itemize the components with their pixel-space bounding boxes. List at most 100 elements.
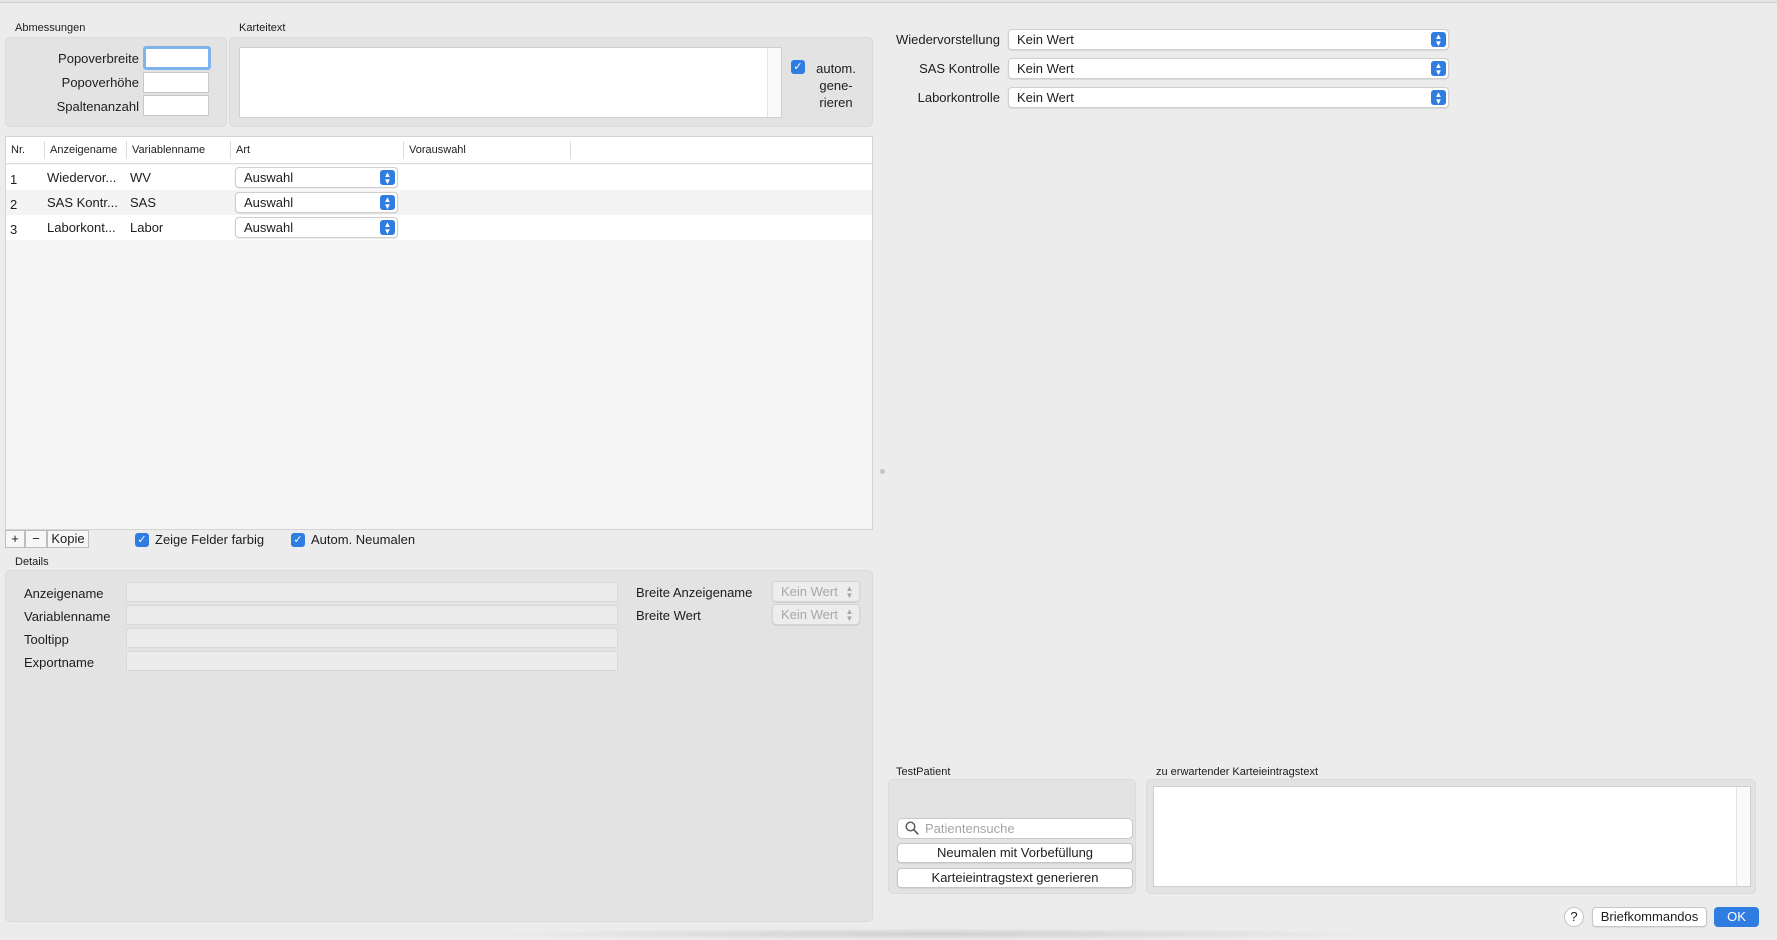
add-row-button[interactable]: +	[5, 530, 25, 548]
tooltip-label: Tooltipp	[24, 632, 69, 647]
expected-entry-panel	[1146, 779, 1756, 894]
test-patient-section-label: TestPatient	[896, 766, 951, 778]
column-separator	[126, 141, 127, 159]
column-separator	[44, 141, 45, 159]
auto-generate-checkbox[interactable]: ✓	[791, 60, 805, 74]
test-patient-panel: Patientensuche Neumalen mit Vorbefüllung…	[888, 779, 1136, 894]
details-section-label: Details	[15, 556, 49, 568]
cell-display-name: Laborkont...	[47, 220, 116, 235]
cell-nr: 1	[10, 172, 18, 187]
cell-display-name: SAS Kontr...	[47, 195, 118, 210]
expected-entry-scrollbar[interactable]	[1736, 787, 1750, 886]
popover-height-label: Popoverhöhe	[61, 75, 139, 90]
generate-entry-button[interactable]: Karteieintragstext generieren	[897, 868, 1133, 888]
display-name-input	[126, 582, 618, 602]
variable-name-input	[126, 605, 618, 625]
details-panel: Anzeigename Variablenname Tooltipp Expor…	[5, 570, 873, 922]
copy-row-button[interactable]: Kopie	[47, 530, 89, 548]
column-separator	[403, 141, 404, 159]
redraw-prefill-button[interactable]: Neumalen mit Vorbefüllung	[897, 843, 1133, 863]
column-count-label: Spaltenanzahl	[56, 99, 139, 114]
card-text-textarea[interactable]	[239, 47, 782, 118]
chevron-up-down-icon: ▲ ▼	[380, 220, 395, 236]
auto-generate-label-line-3: rieren	[819, 95, 853, 110]
window-bottom-shadow	[480, 928, 1390, 940]
help-button[interactable]: ?	[1564, 907, 1584, 927]
cell-variable-name: Labor	[130, 220, 164, 235]
expected-entry-section-label: zu erwartender Karteieintragstext	[1156, 766, 1319, 778]
show-colored-label: Zeige Felder farbig	[155, 532, 265, 547]
cell-nr: 3	[10, 222, 18, 237]
letter-commands-button[interactable]: Briefkommandos	[1592, 907, 1707, 927]
chevron-up-down-icon: ▲ ▼	[380, 170, 395, 186]
auto-generate-label-line-1: autom.	[816, 61, 856, 76]
search-icon	[905, 821, 919, 840]
preview-select-sas-kontrolle[interactable]: Kein Wert ▲ ▼	[1008, 58, 1449, 79]
preview-label-laborkontrolle: Laborkontrolle	[917, 90, 1000, 105]
display-width-select: Kein Wert ▲ ▼	[772, 581, 860, 602]
preview-select-wiedervorstellung[interactable]: Kein Wert ▲ ▼	[1008, 29, 1449, 50]
preview-select-value: Kein Wert	[1017, 90, 1074, 105]
export-name-label: Exportname	[24, 655, 95, 670]
value-width-value: Kein Wert	[781, 607, 838, 622]
split-view-divider-handle[interactable]	[880, 469, 885, 474]
column-separator	[570, 141, 571, 159]
column-header-variable-name[interactable]: Variablenname	[132, 144, 205, 156]
display-width-value: Kein Wert	[781, 584, 838, 599]
expected-entry-textarea[interactable]	[1153, 786, 1751, 887]
display-width-label: Breite Anzeigename	[636, 585, 753, 600]
export-name-input	[126, 651, 618, 671]
cell-type-select[interactable]: Auswahl ▲ ▼	[235, 167, 398, 188]
chevron-up-down-icon: ▲ ▼	[1431, 32, 1446, 48]
cell-type-value: Auswahl	[244, 220, 294, 235]
table-header: Nr. Anzeigename Variablenname Art Voraus…	[6, 137, 872, 164]
cell-display-name: Wiedervor...	[47, 170, 117, 185]
card-text-scrollbar[interactable]	[767, 48, 781, 117]
table-row[interactable]: 2 SAS Kontr... SAS Auswahl ▲ ▼	[6, 190, 872, 215]
patient-search-input[interactable]: Patientensuche	[897, 818, 1133, 839]
popover-width-label: Popoverbreite	[58, 51, 139, 66]
auto-generate-label: autom. gene- rieren	[811, 60, 861, 111]
chevron-up-down-icon: ▲ ▼	[1431, 61, 1446, 77]
column-header-type[interactable]: Art	[236, 144, 250, 156]
cell-variable-name: WV	[130, 170, 151, 185]
column-header-nr[interactable]: Nr.	[11, 144, 25, 156]
chevron-up-down-icon: ▲ ▼	[845, 584, 854, 600]
auto-redraw-checkbox[interactable]: ✓	[291, 533, 305, 547]
ok-button[interactable]: OK	[1714, 907, 1759, 927]
variable-name-label: Variablenname	[24, 609, 111, 624]
value-width-select: Kein Wert ▲ ▼	[772, 604, 860, 625]
chevron-up-down-icon: ▲ ▼	[845, 607, 854, 623]
tooltip-input	[126, 628, 618, 648]
value-width-label: Breite Wert	[636, 608, 701, 623]
column-header-preselection[interactable]: Vorauswahl	[409, 144, 466, 156]
cell-type-select[interactable]: Auswahl ▲ ▼	[235, 192, 398, 213]
fields-table[interactable]: Nr. Anzeigename Variablenname Art Voraus…	[5, 136, 873, 530]
cell-type-value: Auswahl	[244, 195, 294, 210]
table-row[interactable]: 1 Wiedervor... WV Auswahl ▲ ▼	[6, 165, 872, 190]
preview-select-value: Kein Wert	[1017, 32, 1074, 47]
window-top-border	[0, 0, 1777, 3]
card-text-panel: ✓ autom. gene- rieren	[229, 37, 873, 127]
cell-nr: 2	[10, 197, 18, 212]
preview-label-wiedervorstellung: Wiedervorstellung	[895, 32, 1000, 47]
cell-variable-name: SAS	[130, 195, 157, 210]
show-colored-checkbox[interactable]: ✓	[135, 533, 149, 547]
cell-type-select[interactable]: Auswahl ▲ ▼	[235, 217, 398, 238]
remove-row-button[interactable]: −	[25, 530, 47, 548]
column-separator	[230, 141, 231, 159]
cell-type-value: Auswahl	[244, 170, 294, 185]
column-count-input[interactable]	[143, 95, 209, 116]
popover-height-input[interactable]	[143, 72, 209, 93]
table-row[interactable]: 3 Laborkont... Labor Auswahl ▲ ▼	[6, 215, 872, 240]
auto-redraw-label: Autom. Neumalen	[311, 532, 416, 547]
popover-width-input[interactable]	[143, 46, 211, 70]
column-header-display-name[interactable]: Anzeigename	[50, 144, 117, 156]
chevron-up-down-icon: ▲ ▼	[1431, 90, 1446, 106]
auto-generate-label-line-2: gene-	[819, 78, 853, 93]
preview-select-value: Kein Wert	[1017, 61, 1074, 76]
preview-select-laborkontrolle[interactable]: Kein Wert ▲ ▼	[1008, 87, 1449, 108]
display-name-label: Anzeigename	[24, 586, 104, 601]
chevron-up-down-icon: ▲ ▼	[380, 195, 395, 211]
dimensions-section-label: Abmessungen	[15, 22, 86, 34]
